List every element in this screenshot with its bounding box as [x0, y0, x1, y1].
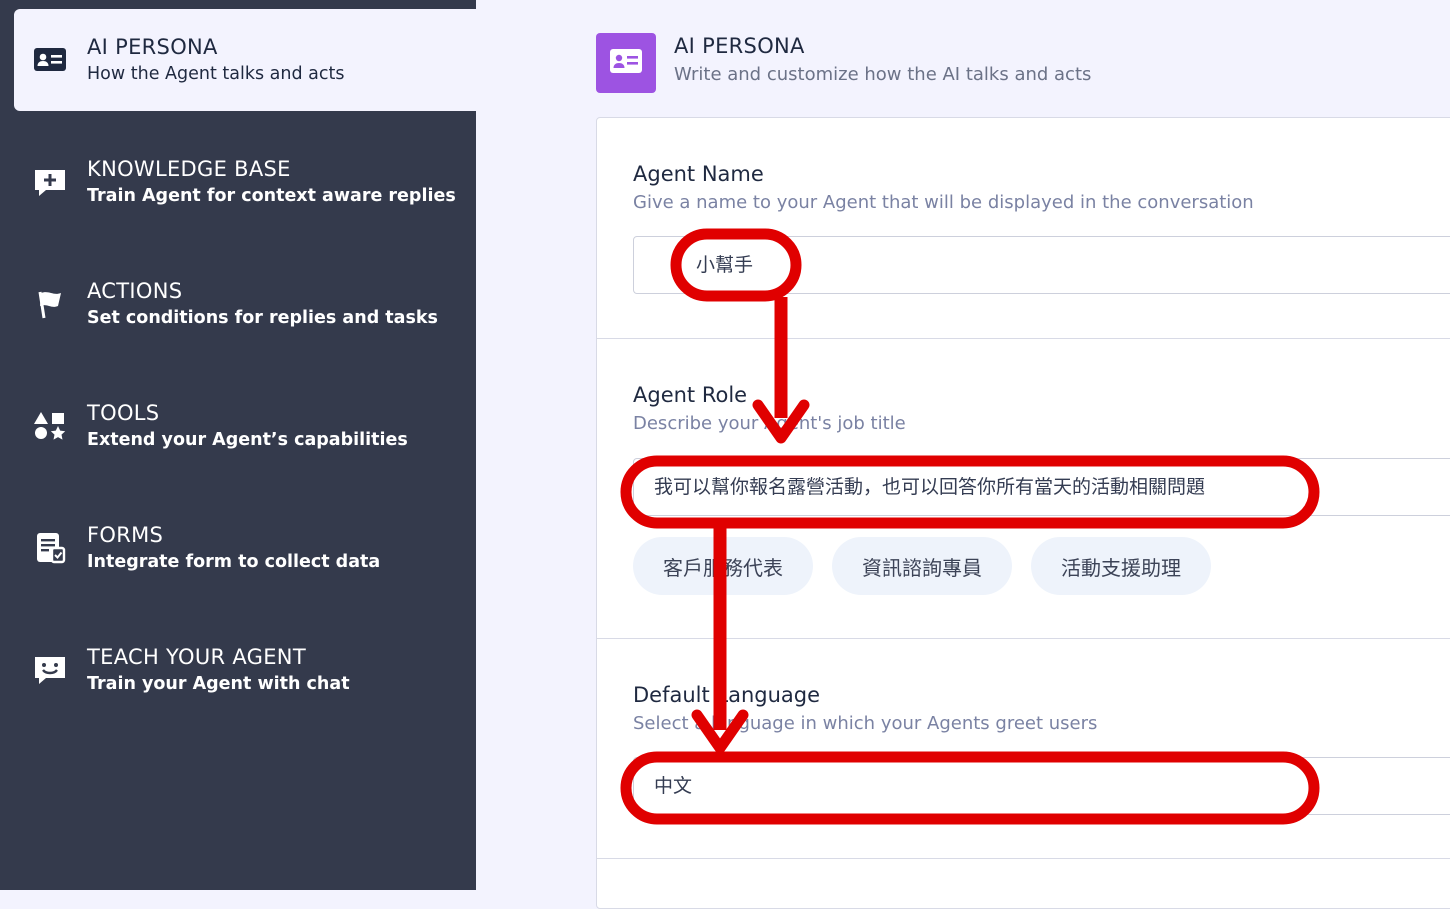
chat-plus-icon: [32, 165, 68, 199]
sidebar-item-title: TEACH YOUR AGENT: [87, 645, 306, 669]
role-suggestion-chip[interactable]: 客戶服務代表: [633, 537, 813, 595]
agent-name-label: Agent Name: [633, 162, 764, 186]
sidebar-item-forms[interactable]: FORMS Integrate form to collect data: [14, 497, 476, 599]
sidebar-item-title: ACTIONS: [87, 279, 183, 303]
page-subtitle: Write and customize how the AI talks and…: [674, 64, 1092, 85]
form-icon: [32, 531, 68, 565]
sidebar-item-subtitle: Train your Agent with chat: [87, 674, 350, 694]
sidebar-item-subtitle: Extend your Agent’s capabilities: [87, 430, 408, 450]
sidebar-item-subtitle: Set conditions for replies and tasks: [87, 308, 438, 328]
sidebar-item-title: AI PERSONA: [87, 35, 218, 59]
id-card-icon: [609, 48, 643, 78]
shapes-icon: [32, 409, 68, 443]
sidebar: AI PERSONA How the Agent talks and acts …: [0, 0, 476, 890]
section-divider: [596, 858, 1450, 859]
agent-name-description: Give a name to your Agent that will be d…: [633, 192, 1254, 213]
default-language-label: Default Language: [633, 683, 821, 707]
header-icon: [596, 33, 656, 93]
sidebar-item-teach-your-agent[interactable]: TEACH YOUR AGENT Train your Agent with c…: [14, 619, 476, 721]
default-language-description: Select a language in which your Agents g…: [633, 713, 1098, 734]
section-divider: [596, 638, 1450, 639]
smile-chat-icon: [32, 653, 68, 687]
sidebar-item-knowledge-base[interactable]: KNOWLEDGE BASE Train Agent for context a…: [14, 131, 476, 233]
sidebar-item-subtitle: Integrate form to collect data: [87, 552, 381, 572]
section-divider: [596, 338, 1450, 339]
agent-role-input[interactable]: 我可以幫你報名露營活動，也可以回答你所有當天的活動相關問題: [633, 458, 1450, 516]
sidebar-item-ai-persona[interactable]: AI PERSONA How the Agent talks and acts: [14, 9, 476, 111]
role-suggestion-chip[interactable]: 活動支援助理: [1031, 537, 1211, 595]
agent-role-description: Describe your Agent's job title: [633, 413, 906, 434]
flag-icon: [32, 287, 68, 321]
sidebar-item-title: KNOWLEDGE BASE: [87, 157, 291, 181]
sidebar-item-subtitle: How the Agent talks and acts: [87, 64, 345, 84]
agent-role-label: Agent Role: [633, 383, 748, 407]
sidebar-item-tools[interactable]: TOOLS Extend your Agent’s capabilities: [14, 375, 476, 477]
role-suggestion-chip[interactable]: 資訊諮詢專員: [832, 537, 1012, 595]
default-language-select[interactable]: 中文: [633, 757, 1450, 815]
sidebar-item-title: TOOLS: [87, 401, 160, 425]
sidebar-item-actions[interactable]: ACTIONS Set conditions for replies and t…: [14, 253, 476, 355]
sidebar-item-title: FORMS: [87, 523, 164, 547]
sidebar-item-subtitle: Train Agent for context aware replies: [87, 186, 456, 206]
agent-name-input[interactable]: 小幫手: [633, 236, 1450, 294]
id-card-icon: [32, 43, 68, 77]
page-title: AI PERSONA: [674, 34, 805, 58]
